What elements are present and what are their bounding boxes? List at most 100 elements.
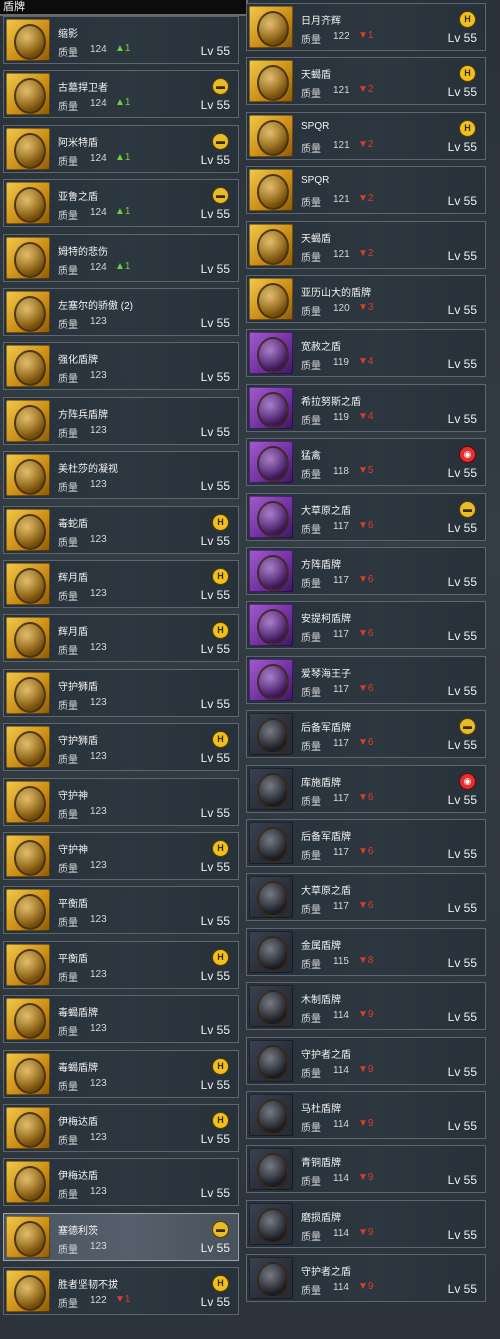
level-label: Lv 55 — [447, 901, 477, 916]
shield-icon — [249, 1094, 293, 1136]
shield-icon — [249, 604, 293, 647]
quality-up-indicator: ▲1 — [115, 43, 131, 54]
quality-down-indicator: ▼6 — [358, 737, 374, 749]
shield-item-card[interactable]: SPQR 质量 121 ▼2 Lv 55 — [246, 166, 486, 215]
shield-item-card[interactable]: 强化盾牌 质量 123 Lv 55 — [3, 342, 239, 391]
item-name: 美杜莎的凝视 — [58, 464, 118, 476]
shield-item-card[interactable]: 姆特的悲伤 质量 124 ▲1 Lv 55 — [3, 233, 239, 282]
shield-item-card[interactable]: 辉月盾 质量 123 Lv 55 H — [3, 614, 239, 663]
shield-item-card[interactable]: 毒蛇盾 质量 123 Lv 55 H — [3, 505, 239, 554]
shield-icon — [249, 930, 293, 973]
quality-value: 123 — [90, 914, 107, 926]
level-label: Lv 55 — [447, 248, 477, 263]
h-emblem-icon: H — [212, 568, 229, 585]
shield-item-card[interactable]: 毒蝎盾牌 质量 123 Lv 55 H — [3, 1049, 239, 1098]
item-name: 守护神 — [58, 845, 88, 856]
shield-item-card[interactable]: 阿米特盾 质量 124 ▲1 Lv 55 ▬ — [3, 124, 239, 173]
level-label: Lv 55 — [200, 588, 230, 602]
shield-item-card[interactable]: 胜者坚韧不拔 质量 122 ▼1 Lv 55 H — [3, 1267, 239, 1316]
shield-item-card[interactable]: 安提柯盾牌 质量 117 ▼6 Lv 55 — [246, 601, 486, 650]
quality-up-indicator: ▲1 — [115, 97, 131, 109]
quality-value: 121 — [333, 85, 350, 97]
shield-item-card[interactable]: 方阵盾牌 质量 117 ▼6 Lv 55 — [246, 547, 486, 595]
shield-item-card[interactable]: 大草原之盾 质量 117 ▼6 Lv 55 ▬ — [246, 492, 486, 541]
shield-item-card[interactable]: 木制盾牌 质量 114 ▼9 Lv 55 — [246, 982, 486, 1031]
quality-value: 123 — [90, 805, 107, 817]
shield-item-card[interactable]: 猛禽 质量 118 ▼5 Lv 55 ◉ — [246, 438, 486, 487]
shield-item-card[interactable]: 守护狮盾 质量 123 Lv 55 H — [3, 723, 239, 772]
shield-item-card[interactable]: 希拉努斯之盾 质量 119 ▼4 Lv 55 — [246, 383, 486, 432]
shield-item-card[interactable]: 宽赦之盾 质量 119 ▼4 Lv 55 — [246, 329, 486, 378]
quality-value: 114 — [333, 1119, 349, 1130]
shield-item-card[interactable]: 马杜盾牌 质量 114 ▼9 Lv 55 — [246, 1091, 486, 1139]
shield-item-card[interactable]: 守护者之盾 质量 114 ▼9 Lv 55 — [246, 1254, 486, 1303]
shield-item-card[interactable]: 守护神 质量 123 Lv 55 H — [3, 832, 239, 880]
shield-item-card[interactable]: 方阵兵盾牌 质量 123 Lv 55 — [3, 396, 239, 445]
quality-label: 质量 — [58, 864, 78, 875]
shield-item-card[interactable]: 美杜莎的凝视 质量 123 Lv 55 — [3, 451, 239, 500]
quality-value: 117 — [333, 629, 349, 641]
shield-item-card[interactable]: 古墓捍卫者 质量 124 ▲1 Lv 55 ▬ — [3, 70, 239, 119]
item-name: SPQR — [301, 175, 330, 187]
chest-icon: ▬ — [212, 1220, 229, 1238]
shield-item-card[interactable]: 辉月盾 质量 123 Lv 55 H — [3, 560, 239, 608]
quality-value: 123 — [90, 1077, 107, 1089]
level-label: Lv 55 — [447, 955, 477, 970]
quality-label: 质量 — [301, 579, 321, 590]
shield-item-card[interactable]: 天蝎盾 质量 121 ▼2 Lv 55 H — [246, 57, 486, 106]
shield-item-card[interactable]: 磨损盾牌 质量 114 ▼9 Lv 55 — [246, 1199, 486, 1248]
shield-item-card[interactable]: 亚历山大的盾牌 质量 120 ▼3 Lv 55 — [246, 275, 486, 323]
item-name: 伊梅达盾 — [58, 1117, 98, 1128]
shield-item-card[interactable]: 伊梅达盾 质量 123 Lv 55 H — [3, 1104, 239, 1152]
shield-item-card[interactable]: 天蝎盾 质量 121 ▼2 Lv 55 — [246, 220, 486, 269]
shield-icon — [249, 985, 293, 1028]
quality-down-indicator: ▼9 — [358, 1172, 374, 1184]
shield-item-card[interactable]: SPQR 质量 121 ▼2 Lv 55 H — [246, 111, 486, 160]
shield-item-card[interactable]: 平衡盾 质量 123 Lv 55 — [3, 886, 239, 935]
shield-item-card[interactable]: 爱琴海王子 质量 117 ▼6 Lv 55 — [246, 655, 486, 704]
item-name: 宽赦之盾 — [301, 342, 341, 354]
shield-item-card[interactable]: 左塞尔的骄傲 (2) 质量 123 Lv 55 — [3, 288, 239, 336]
quality-value: 121 — [333, 139, 350, 151]
shield-icon — [6, 617, 50, 660]
shield-item-card[interactable]: 亚鲁之盾 质量 124 ▲1 Lv 55 ▬ — [3, 179, 239, 228]
shield-item-card[interactable]: 日月齐辉 质量 122 ▼1 Lv 55 H — [246, 3, 486, 51]
shield-item-card[interactable]: 守护狮盾 质量 123 Lv 55 — [3, 668, 239, 717]
level-label: Lv 55 — [200, 1240, 230, 1255]
shield-item-card[interactable]: 守护神 质量 123 Lv 55 — [3, 777, 239, 826]
shield-item-card[interactable]: 塞德利茨 质量 123 Lv 55 ▬ — [3, 1212, 239, 1261]
shield-item-card[interactable]: 守护者之盾 质量 114 ▼9 Lv 55 — [246, 1036, 486, 1085]
item-name: 木制盾牌 — [301, 995, 341, 1007]
shield-item-card[interactable]: 后备军盾牌 质量 117 ▼6 Lv 55 — [246, 819, 486, 867]
level-label: Lv 55 — [200, 696, 230, 711]
item-name: 胜者坚韧不拔 — [58, 1280, 118, 1292]
quality-down-indicator: ▼6 — [358, 574, 374, 585]
shield-item-card[interactable]: 金属盾牌 质量 115 ▼8 Lv 55 — [246, 927, 486, 976]
quality-value: 117 — [333, 683, 349, 695]
chest-icon: ▬ — [459, 718, 476, 736]
shield-icon — [249, 114, 293, 157]
quality-label: 质量 — [301, 524, 321, 536]
quality-label: 质量 — [301, 470, 321, 482]
level-label: Lv 55 — [447, 1227, 477, 1242]
quality-label: 质量 — [301, 415, 321, 427]
item-name: 强化盾牌 — [58, 355, 98, 367]
shield-item-card[interactable]: 大草原之盾 质量 117 ▼6 Lv 55 — [246, 873, 486, 922]
level-label: Lv 55 — [200, 533, 230, 548]
shield-item-card[interactable]: 平衡盾 质量 123 Lv 55 H — [3, 940, 239, 989]
quality-down-indicator: ▼5 — [358, 465, 374, 477]
shield-icon — [249, 1202, 293, 1245]
shield-item-card[interactable]: 青铜盾牌 质量 114 ▼9 Lv 55 — [246, 1145, 486, 1194]
shield-item-card[interactable]: 伊梅达盾 质量 123 Lv 55 — [3, 1158, 239, 1207]
shield-item-card[interactable]: 缩影 质量 124 ▲1 Lv 55 — [3, 16, 239, 64]
quality-label: 质量 — [301, 1068, 321, 1080]
quality-label: 质量 — [58, 156, 78, 168]
level-label: Lv 55 — [447, 738, 477, 753]
shield-item-card[interactable]: 库施盾牌 质量 117 ▼6 Lv 55 ◉ — [246, 764, 486, 813]
quality-label: 质量 — [58, 1027, 78, 1039]
level-label: Lv 55 — [447, 1119, 477, 1133]
page-title: 盾牌 — [3, 1, 25, 13]
shield-item-card[interactable]: 后备军盾牌 质量 117 ▼6 Lv 55 ▬ — [246, 710, 486, 759]
shield-item-card[interactable]: 毒蝎盾牌 质量 123 Lv 55 — [3, 995, 239, 1044]
item-name: 希拉努斯之盾 — [301, 396, 361, 408]
